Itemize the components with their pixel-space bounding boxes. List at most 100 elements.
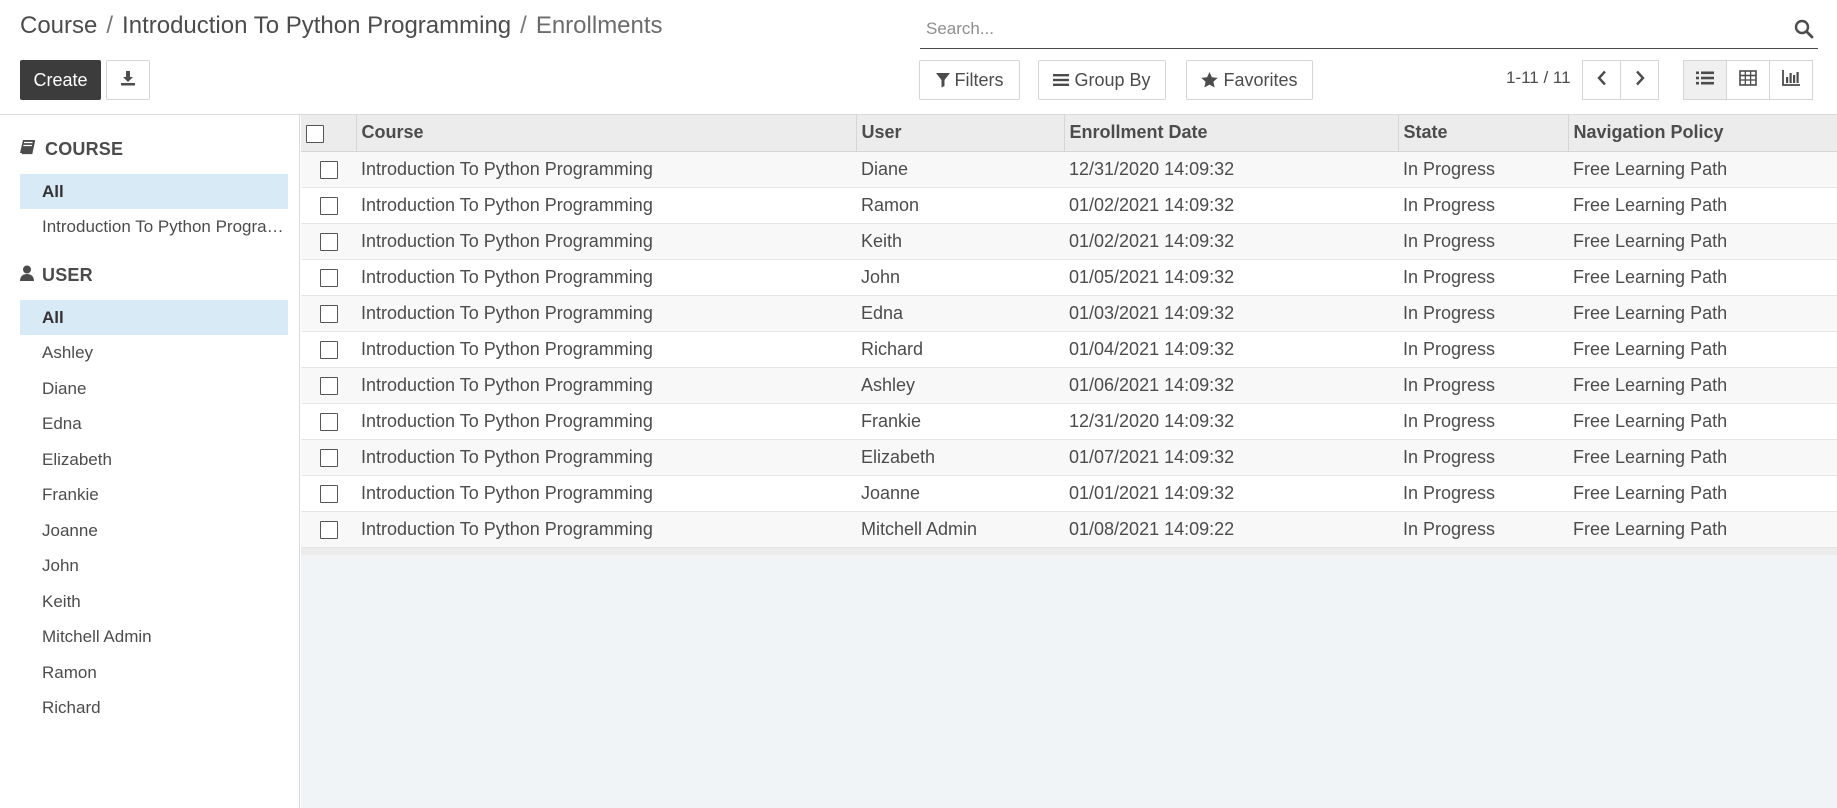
row-checkbox[interactable]: [319, 520, 338, 539]
column-header-user[interactable]: User: [855, 115, 1064, 152]
cell-user[interactable]: Mitchell Admin: [856, 511, 1064, 548]
list-view-button[interactable]: [1683, 60, 1727, 100]
table-row[interactable]: Introduction To Python Programming Ramon 0…: [301, 187, 1837, 224]
cell-navigation-policy[interactable]: Free Learning Path: [1568, 331, 1837, 368]
user-filter-item[interactable]: Frankie: [20, 477, 288, 512]
graph-view-button[interactable]: [1769, 60, 1813, 100]
search-icon[interactable]: [1794, 19, 1814, 39]
table-row[interactable]: Introduction To Python Programming Mitche…: [301, 511, 1837, 548]
cell-state[interactable]: In Progress: [1398, 367, 1568, 404]
cell-course[interactable]: Introduction To Python Programming: [356, 367, 856, 404]
column-header-enrollment-date[interactable]: Enrollment Date: [1063, 115, 1398, 152]
cell-course[interactable]: Introduction To Python Programming: [356, 259, 856, 296]
row-checkbox[interactable]: [319, 160, 338, 179]
table-row[interactable]: Introduction To Python Programming Elizab…: [301, 439, 1837, 476]
table-row[interactable]: Introduction To Python Programming John 01…: [301, 259, 1837, 296]
pager-value[interactable]: 1-11 / 11: [1506, 68, 1571, 88]
breadcrumb-course[interactable]: Course: [20, 12, 97, 39]
cell-navigation-policy[interactable]: Free Learning Path: [1568, 295, 1837, 332]
cell-navigation-policy[interactable]: Free Learning Path: [1568, 259, 1837, 296]
row-checkbox[interactable]: [319, 484, 338, 503]
table-row[interactable]: Introduction To Python Programming Diane 1…: [301, 151, 1837, 188]
cell-course[interactable]: Introduction To Python Programming: [356, 331, 856, 368]
pager-previous-button[interactable]: [1582, 60, 1621, 100]
cell-enrollment-date[interactable]: 01/06/2021 14:09:32: [1064, 367, 1398, 404]
favorites-button[interactable]: Favorites: [1186, 60, 1313, 100]
cell-navigation-policy[interactable]: Free Learning Path: [1568, 403, 1837, 440]
user-filter-item[interactable]: Ramon: [20, 655, 288, 690]
course-filter-all[interactable]: All: [20, 174, 288, 209]
table-row[interactable]: Introduction To Python Programming Richar…: [301, 331, 1837, 368]
course-filter-python[interactable]: Introduction To Python Programming: [20, 209, 288, 244]
cell-navigation-policy[interactable]: Free Learning Path: [1568, 439, 1837, 476]
cell-user[interactable]: Edna: [856, 295, 1064, 332]
column-header-course[interactable]: Course: [355, 115, 856, 152]
row-checkbox[interactable]: [319, 412, 338, 431]
cell-course[interactable]: Introduction To Python Programming: [356, 511, 856, 548]
cell-enrollment-date[interactable]: 01/02/2021 14:09:32: [1064, 187, 1398, 224]
create-button[interactable]: Create: [20, 60, 101, 100]
cell-navigation-policy[interactable]: Free Learning Path: [1568, 475, 1837, 512]
cell-user[interactable]: Joanne: [856, 475, 1064, 512]
download-button[interactable]: [106, 60, 150, 100]
user-filter-item[interactable]: Edna: [20, 406, 288, 441]
row-checkbox[interactable]: [319, 268, 338, 287]
cell-course[interactable]: Introduction To Python Programming: [356, 439, 856, 476]
user-filter-item[interactable]: Keith: [20, 584, 288, 619]
cell-course[interactable]: Introduction To Python Programming: [356, 223, 856, 260]
cell-enrollment-date[interactable]: 01/05/2021 14:09:32: [1064, 259, 1398, 296]
cell-state[interactable]: In Progress: [1398, 187, 1568, 224]
table-row[interactable]: Introduction To Python Programming Franki…: [301, 403, 1837, 440]
cell-user[interactable]: Ashley: [856, 367, 1064, 404]
cell-user[interactable]: Keith: [856, 223, 1064, 260]
cell-navigation-policy[interactable]: Free Learning Path: [1568, 187, 1837, 224]
cell-navigation-policy[interactable]: Free Learning Path: [1568, 511, 1837, 548]
cell-course[interactable]: Introduction To Python Programming: [356, 295, 856, 332]
row-checkbox[interactable]: [319, 340, 338, 359]
cell-enrollment-date[interactable]: 01/08/2021 14:09:22: [1064, 511, 1398, 548]
cell-user[interactable]: John: [856, 259, 1064, 296]
cell-state[interactable]: In Progress: [1398, 475, 1568, 512]
cell-user[interactable]: Richard: [856, 331, 1064, 368]
table-row[interactable]: Introduction To Python Programming Joanne…: [301, 475, 1837, 512]
user-filter-item[interactable]: Ashley: [20, 335, 288, 370]
cell-user[interactable]: Elizabeth: [856, 439, 1064, 476]
pivot-view-button[interactable]: [1726, 60, 1770, 100]
row-checkbox[interactable]: [319, 232, 338, 251]
user-filter-item[interactable]: John: [20, 548, 288, 583]
cell-enrollment-date[interactable]: 01/01/2021 14:09:32: [1064, 475, 1398, 512]
row-checkbox[interactable]: [319, 304, 338, 323]
filters-button[interactable]: Filters: [919, 60, 1020, 100]
cell-state[interactable]: In Progress: [1398, 331, 1568, 368]
cell-enrollment-date[interactable]: 12/31/2020 14:09:32: [1064, 403, 1398, 440]
user-filter-item[interactable]: Mitchell Admin: [20, 619, 288, 654]
cell-state[interactable]: In Progress: [1398, 223, 1568, 260]
table-row[interactable]: Introduction To Python Programming Keith 0…: [301, 223, 1837, 260]
cell-enrollment-date[interactable]: 01/07/2021 14:09:32: [1064, 439, 1398, 476]
cell-navigation-policy[interactable]: Free Learning Path: [1568, 223, 1837, 260]
cell-state[interactable]: In Progress: [1398, 511, 1568, 548]
pager-next-button[interactable]: [1620, 60, 1659, 100]
cell-enrollment-date[interactable]: 01/03/2021 14:09:32: [1064, 295, 1398, 332]
user-filter-all[interactable]: All: [20, 300, 288, 335]
search-input[interactable]: [924, 16, 1784, 42]
cell-user[interactable]: Frankie: [856, 403, 1064, 440]
user-filter-item[interactable]: Joanne: [20, 513, 288, 548]
cell-course[interactable]: Introduction To Python Programming: [356, 403, 856, 440]
user-filter-item[interactable]: Richard: [20, 690, 288, 725]
table-row[interactable]: Introduction To Python Programming Ashley…: [301, 367, 1837, 404]
cell-course[interactable]: Introduction To Python Programming: [356, 475, 856, 512]
user-filter-item[interactable]: Diane: [20, 371, 288, 406]
user-filter-item[interactable]: Elizabeth: [20, 442, 288, 477]
table-row[interactable]: Introduction To Python Programming Edna 01…: [301, 295, 1837, 332]
cell-state[interactable]: In Progress: [1398, 439, 1568, 476]
cell-navigation-policy[interactable]: Free Learning Path: [1568, 367, 1837, 404]
cell-enrollment-date[interactable]: 01/02/2021 14:09:32: [1064, 223, 1398, 260]
row-checkbox[interactable]: [319, 448, 338, 467]
select-all-checkbox[interactable]: [306, 124, 324, 143]
cell-state[interactable]: In Progress: [1398, 295, 1568, 332]
row-checkbox[interactable]: [319, 376, 338, 395]
cell-enrollment-date[interactable]: 01/04/2021 14:09:32: [1064, 331, 1398, 368]
cell-course[interactable]: Introduction To Python Programming: [356, 151, 856, 188]
cell-state[interactable]: In Progress: [1398, 151, 1568, 188]
